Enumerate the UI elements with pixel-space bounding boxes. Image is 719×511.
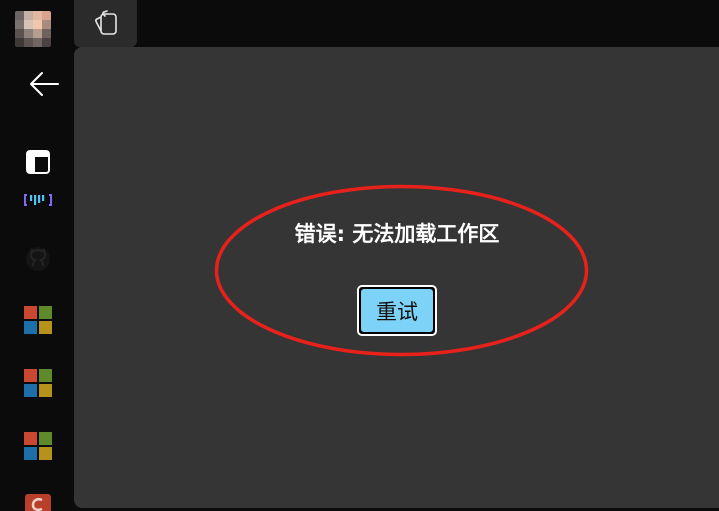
brand-app-button[interactable] [22,185,54,217]
microsoft-app-button-2[interactable] [22,367,54,399]
microsoft-icon [24,369,52,397]
left-rail [0,0,74,511]
workspaces-tab-button[interactable] [74,0,137,47]
app-icon [25,494,51,511]
sidebar-toggle-button[interactable] [22,146,54,178]
microsoft-icon [24,306,52,334]
microsoft-icon [24,432,52,460]
brand-app-icon [24,194,52,206]
app-button-partial[interactable] [22,490,54,511]
browser-window: 错误: 无法加载工作区 重试 [0,0,719,511]
workspaces-icon [94,9,117,35]
back-arrow-icon [30,72,59,96]
workspace-panel: 错误: 无法加载工作区 重试 [74,47,719,508]
back-button[interactable] [24,64,64,104]
github-button[interactable] [22,243,54,275]
sidebar-toggle-icon [26,150,50,174]
retry-button[interactable]: 重试 [357,285,437,336]
avatar[interactable] [15,11,51,47]
retry-button-label: 重试 [361,289,433,332]
microsoft-app-button-1[interactable] [22,304,54,336]
microsoft-app-button-3[interactable] [22,430,54,462]
error-message: 错误: 无法加载工作区 [294,222,500,246]
github-icon [26,247,50,271]
